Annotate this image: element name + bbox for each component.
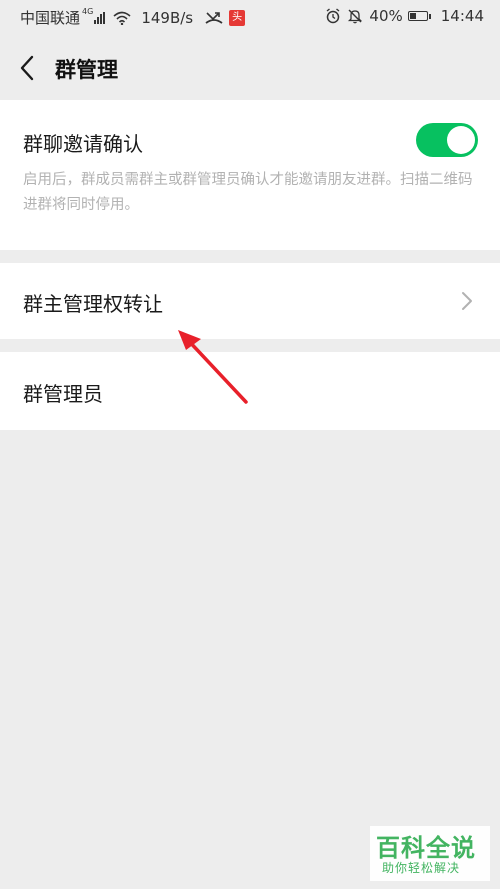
chevron-right-icon xyxy=(462,292,472,310)
app-notification-icon: 头 xyxy=(229,9,246,26)
signal-icon xyxy=(94,11,106,24)
nav-bar: 群管理 xyxy=(0,34,500,100)
invite-confirm-description: 启用后，群成员需群主或群管理员确认才能邀请朋友进群。扫描二维码进群将同时停用。 xyxy=(23,172,473,213)
transfer-owner-label: 群主管理权转让 xyxy=(23,292,163,316)
group-admins-label: 群管理员 xyxy=(23,382,103,406)
clock: 14:44 xyxy=(440,7,484,25)
battery-icon xyxy=(407,11,431,21)
alarm-icon xyxy=(326,8,340,24)
status-right: 40% 14:44 xyxy=(325,7,484,25)
watermark-title: 百科全说 xyxy=(376,834,476,862)
page-title: 群管理 xyxy=(55,58,118,82)
network-speed: 149B/s xyxy=(141,8,194,27)
toggle-knob xyxy=(447,126,475,154)
missed-call-icon xyxy=(205,11,223,24)
watermark-logo: 百科全说 助你轻松解决 xyxy=(370,826,490,881)
battery-percentage: 40% xyxy=(369,7,403,25)
wifi-icon xyxy=(113,11,131,25)
invite-confirm-toggle[interactable] xyxy=(416,123,478,157)
status-bar: 中国联通 4G 149B/s 头 40% 14:44 xyxy=(0,0,500,34)
invite-confirm-label: 群聊邀请确认 xyxy=(23,132,143,156)
chevron-left-icon xyxy=(20,55,34,81)
bell-off-icon xyxy=(348,9,363,24)
carrier-name: 中国联通 xyxy=(20,9,81,27)
back-button[interactable] xyxy=(12,52,44,84)
watermark-subtitle: 助你轻松解决 xyxy=(382,861,461,875)
status-left: 中国联通 4G 149B/s 头 xyxy=(20,7,246,28)
network-type: 4G xyxy=(82,7,94,16)
